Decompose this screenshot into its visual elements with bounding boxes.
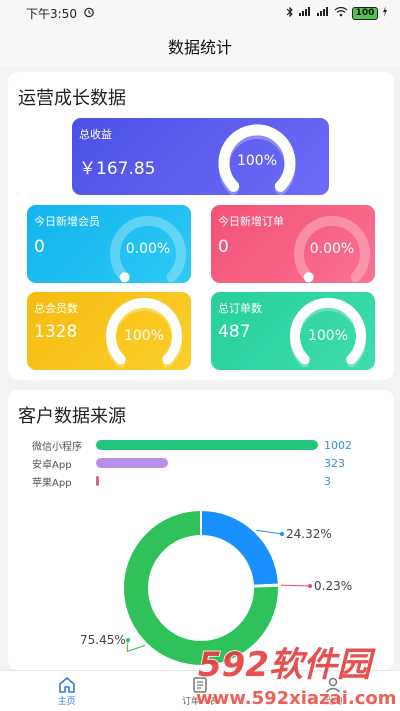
sources-section-title: 客户数据来源: [18, 406, 126, 427]
tab-home[interactable]: 主页: [0, 671, 133, 711]
tab-order-list[interactable]: 订单列表: [133, 671, 266, 711]
source-bar-label: 苹果App: [32, 477, 72, 489]
total-revenue-value: ￥167.85: [79, 159, 156, 179]
donut-label-dot: [308, 584, 312, 588]
source-bar-label: 微信小程序: [32, 441, 82, 453]
new-orders-value: 0: [218, 237, 229, 257]
donut-slice-label: 0.23%: [314, 579, 352, 593]
total-revenue-percent: 100%: [236, 153, 278, 169]
source-bar: [96, 440, 318, 450]
total-orders-value: 487: [218, 322, 251, 342]
total-revenue-card[interactable]: 总收益 ￥167.85 100%: [72, 118, 329, 195]
donut-slice-label: 75.45%: [80, 633, 126, 647]
source-bar-value: 323: [324, 456, 345, 470]
growth-section: 运营成长数据 总收益 ￥167.85 100% 今日新增会员 0 0.00% 今…: [8, 72, 394, 380]
tab-mine[interactable]: 我的: [267, 671, 400, 711]
source-donut-chart: 24.32% 0.23% 75.45%: [80, 510, 352, 667]
ring-progress-dot: [119, 272, 130, 283]
source-bar-row: 安卓App 323: [32, 456, 372, 471]
donut-label-dot: [280, 532, 284, 536]
source-bar: [96, 458, 168, 468]
alarm-icon: [83, 6, 95, 21]
charging-icon: [382, 6, 388, 20]
signal-icon-2: [316, 6, 330, 20]
source-bar-row: 苹果App 3: [32, 474, 372, 489]
new-orders-percent: 0.00%: [309, 241, 355, 257]
source-bar-value: 1002: [324, 438, 352, 452]
new-members-value: 0: [34, 237, 45, 257]
new-members-card[interactable]: 今日新增会员 0 0.00%: [27, 205, 191, 283]
total-revenue-label: 总收益: [79, 128, 112, 141]
source-bar: [96, 476, 99, 486]
page-header: 数据统计: [0, 26, 400, 66]
order-list-icon: [193, 676, 207, 693]
growth-section-title: 运营成长数据: [18, 88, 126, 109]
total-orders-card[interactable]: 总订单数 487 100%: [211, 292, 375, 370]
home-icon: [58, 676, 75, 693]
donut-label-line: [280, 584, 311, 587]
total-members-value: 1328: [34, 322, 78, 342]
new-members-percent: 0.00%: [125, 241, 171, 257]
bottom-tab-bar: 主页 订单列表 我的: [0, 670, 400, 711]
new-members-label: 今日新增会员: [34, 215, 100, 228]
donut-label-line: [256, 529, 283, 535]
total-members-label: 总会员数: [34, 302, 78, 315]
new-orders-label: 今日新增订单: [218, 215, 284, 228]
total-members-percent: 100%: [123, 328, 165, 344]
donut-slice-label: 24.32%: [286, 527, 332, 541]
donut-slice: [200, 510, 280, 587]
user-icon: [326, 677, 341, 693]
battery-icon: 100: [352, 6, 378, 20]
status-bar: 下午3:50 100: [0, 0, 400, 26]
source-bar-label: 安卓App: [32, 459, 72, 471]
tab-order-list-label: 订单列表: [181, 696, 218, 707]
page-title: 数据统计: [167, 38, 232, 57]
bluetooth-icon: [286, 6, 294, 21]
donut-label-dot: [126, 638, 130, 642]
source-bar-value: 3: [324, 474, 331, 488]
signal-icon: [298, 6, 312, 20]
status-time: 下午3:50: [26, 6, 77, 21]
total-members-card[interactable]: 总会员数 1328 100%: [27, 292, 191, 370]
source-bar-row: 微信小程序 1002: [32, 438, 372, 453]
sources-section: 客户数据来源 微信小程序 1002 安卓App 323 苹果App 3 24.3…: [8, 390, 394, 670]
tab-home-label: 主页: [57, 696, 76, 707]
wifi-icon: [334, 6, 348, 20]
total-orders-label: 总订单数: [218, 302, 262, 315]
new-orders-card[interactable]: 今日新增订单 0 0.00%: [211, 205, 375, 283]
ring-progress-dot: [303, 272, 314, 283]
tab-mine-label: 我的: [324, 696, 343, 707]
donut-label-line: [126, 639, 146, 653]
total-orders-percent: 100%: [307, 328, 349, 344]
